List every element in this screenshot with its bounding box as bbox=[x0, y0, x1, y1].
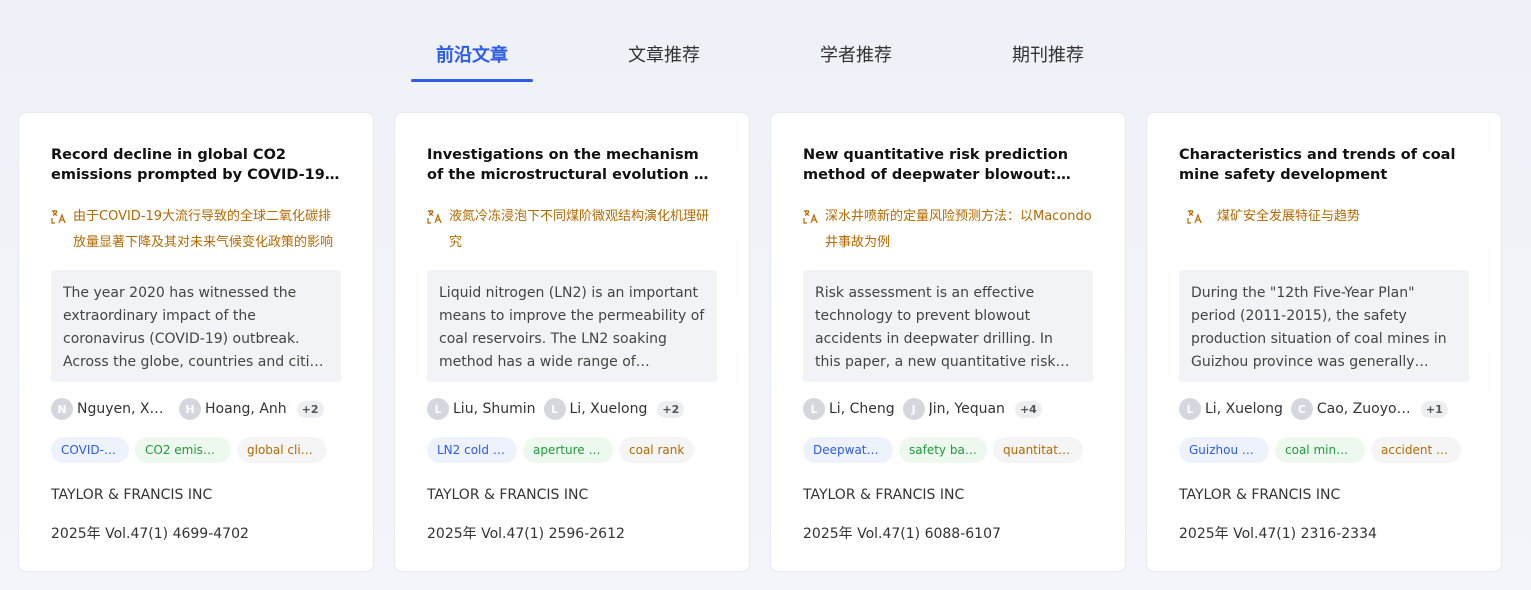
publication-meta: 2025年 Vol.47(1) 2596-2612 bbox=[427, 526, 625, 542]
keyword-tags: LN2 cold soaking aperture distribution c… bbox=[427, 437, 717, 463]
avatar: N bbox=[51, 398, 73, 420]
author-name: Li, Xuelong bbox=[1205, 401, 1283, 417]
keyword-tags: Guizhou province coal mine safety accide… bbox=[1179, 437, 1469, 463]
author-list: L Li, Cheng J Jin, Yequan +4 bbox=[803, 397, 1093, 421]
more-authors-badge[interactable]: +1 bbox=[1420, 400, 1448, 418]
translate-icon bbox=[51, 209, 73, 235]
article-abstract: Risk assessment is an effective technolo… bbox=[803, 270, 1093, 382]
keyword-tag[interactable]: accident cause bbox=[1371, 437, 1461, 463]
keyword-tag[interactable]: quantitative risk bbox=[993, 437, 1083, 463]
article-card-list: Record decline in global CO2 emissions p… bbox=[18, 112, 1502, 572]
avatar: L bbox=[427, 398, 449, 420]
abstract-text: The year 2020 has witnessed the extraord… bbox=[63, 285, 326, 370]
author-name: Nguyen, Xuan bbox=[77, 401, 171, 417]
keyword-tag[interactable]: CO2 emissions bbox=[135, 437, 231, 463]
keyword-tag[interactable]: coal rank bbox=[619, 437, 695, 463]
tab-journal-recommend[interactable]: 期刊推荐 bbox=[987, 41, 1109, 82]
translate-icon bbox=[1179, 209, 1207, 235]
abstract-text: Liquid nitrogen (LN2) is an important me… bbox=[439, 285, 705, 370]
tab-scholar-recommend[interactable]: 学者推荐 bbox=[795, 41, 917, 82]
article-title[interactable]: Investigations on the mechanism of the m… bbox=[427, 145, 717, 185]
avatar: L bbox=[803, 398, 825, 420]
author-name: Liu, Shumin bbox=[453, 401, 536, 417]
translate-icon bbox=[803, 209, 825, 235]
author-name: Jin, Yequan bbox=[928, 401, 1005, 417]
author-name: Li, Cheng bbox=[829, 401, 895, 417]
article-title[interactable]: Characteristics and trends of coal mine … bbox=[1179, 145, 1469, 185]
author-list: L Li, Xuelong C Cao, Zuoyong +1 bbox=[1179, 397, 1469, 421]
author-name: Cao, Zuoyong bbox=[1316, 401, 1411, 417]
keyword-tags: COVID-19 CO2 emissions global climate bbox=[51, 437, 341, 463]
tab-frontier-articles[interactable]: 前沿文章 bbox=[411, 41, 533, 82]
publication-meta: 2025年 Vol.47(1) 2316-2334 bbox=[1179, 526, 1377, 542]
avatar: H bbox=[179, 398, 201, 420]
publication-meta: 2025年 Vol.47(1) 4699-4702 bbox=[51, 526, 249, 542]
article-card[interactable]: Record decline in global CO2 emissions p… bbox=[18, 112, 374, 572]
publisher: TAYLOR & FRANCIS INC bbox=[427, 487, 589, 503]
avatar: J bbox=[902, 398, 925, 420]
abstract-text: During the "12th Five-Year Plan" period … bbox=[1191, 285, 1447, 370]
avatar: L bbox=[1179, 398, 1201, 420]
publisher: TAYLOR & FRANCIS INC bbox=[1179, 487, 1341, 503]
keyword-tag[interactable]: safety barrier bbox=[899, 437, 987, 463]
author-list: N Nguyen, Xuan H Hoang, Anh +2 bbox=[51, 397, 341, 421]
keyword-tags: Deepwater blowout safety barrier quantit… bbox=[803, 437, 1093, 463]
tab-article-recommend[interactable]: 文章推荐 bbox=[603, 41, 725, 82]
translated-title-text: 煤矿安全发展特征与趋势 bbox=[1217, 209, 1361, 224]
keyword-tag[interactable]: Guizhou province bbox=[1179, 437, 1269, 463]
keyword-tag[interactable]: coal mine safety bbox=[1275, 437, 1365, 463]
avatar: C bbox=[1290, 398, 1313, 420]
avatar: L bbox=[543, 398, 566, 420]
author-name: Li, Xuelong bbox=[569, 401, 648, 417]
author-chip[interactable]: L Liu, Shumin bbox=[427, 398, 536, 420]
translated-title: 煤矿安全发展特征与趋势 bbox=[1179, 204, 1469, 256]
more-authors-badge[interactable]: +2 bbox=[657, 400, 685, 418]
author-chip[interactable]: L Li, Xuelong bbox=[543, 398, 648, 420]
article-card[interactable]: Characteristics and trends of coal mine … bbox=[1146, 112, 1502, 572]
article-abstract: The year 2020 has witnessed the extraord… bbox=[51, 270, 341, 382]
more-authors-badge[interactable]: +4 bbox=[1014, 400, 1042, 418]
tab-bar: 前沿文章 文章推荐 学者推荐 期刊推荐 bbox=[0, 0, 1531, 82]
translated-title-text: 液氮冷冻浸泡下不同煤阶微观结构演化机理研究 bbox=[449, 209, 710, 250]
author-chip[interactable]: L Li, Xuelong bbox=[1179, 398, 1283, 420]
author-chip[interactable]: C Cao, Zuoyong bbox=[1290, 398, 1411, 420]
translated-title: 由于COVID-19大流行导致的全球二氧化碳排放量显著下降及其对未来气候变化政策… bbox=[51, 204, 341, 256]
keyword-tag[interactable]: COVID-19 bbox=[51, 437, 129, 463]
translated-title: 液氮冷冻浸泡下不同煤阶微观结构演化机理研究 bbox=[427, 204, 717, 256]
article-card[interactable]: New quantitative risk prediction method … bbox=[770, 112, 1126, 572]
article-title[interactable]: Record decline in global CO2 emissions p… bbox=[51, 145, 341, 185]
publisher: TAYLOR & FRANCIS INC bbox=[803, 487, 965, 503]
keyword-tag[interactable]: LN2 cold soaking bbox=[427, 437, 517, 463]
article-abstract: During the "12th Five-Year Plan" period … bbox=[1179, 270, 1469, 382]
author-chip[interactable]: H Hoang, Anh bbox=[179, 398, 287, 420]
article-card[interactable]: Investigations on the mechanism of the m… bbox=[394, 112, 750, 572]
publication-meta: 2025年 Vol.47(1) 6088-6107 bbox=[803, 526, 1001, 542]
translated-title-text: 深水井喷新的定量风险预测方法：以Macondo井事故为例 bbox=[825, 209, 1092, 250]
author-list: L Liu, Shumin L Li, Xuelong +2 bbox=[427, 397, 717, 421]
abstract-text: Risk assessment is an effective technolo… bbox=[815, 285, 1056, 370]
article-title[interactable]: New quantitative risk prediction method … bbox=[803, 145, 1093, 185]
keyword-tag[interactable]: global climate bbox=[237, 437, 327, 463]
keyword-tag[interactable]: Deepwater blowout bbox=[803, 437, 893, 463]
translate-icon bbox=[427, 209, 449, 235]
publisher: TAYLOR & FRANCIS INC bbox=[51, 487, 213, 503]
author-name: Hoang, Anh bbox=[205, 401, 287, 417]
article-abstract: Liquid nitrogen (LN2) is an important me… bbox=[427, 270, 717, 382]
translated-title-text: 由于COVID-19大流行导致的全球二氧化碳排放量显著下降及其对未来气候变化政策… bbox=[73, 209, 334, 250]
author-chip[interactable]: J Jin, Yequan bbox=[902, 398, 1005, 420]
keyword-tag[interactable]: aperture distribution bbox=[523, 437, 613, 463]
translated-title: 深水井喷新的定量风险预测方法：以Macondo井事故为例 bbox=[803, 204, 1093, 256]
more-authors-badge[interactable]: +2 bbox=[296, 400, 324, 418]
author-chip[interactable]: L Li, Cheng bbox=[803, 398, 895, 420]
author-chip[interactable]: N Nguyen, Xuan bbox=[51, 398, 171, 420]
